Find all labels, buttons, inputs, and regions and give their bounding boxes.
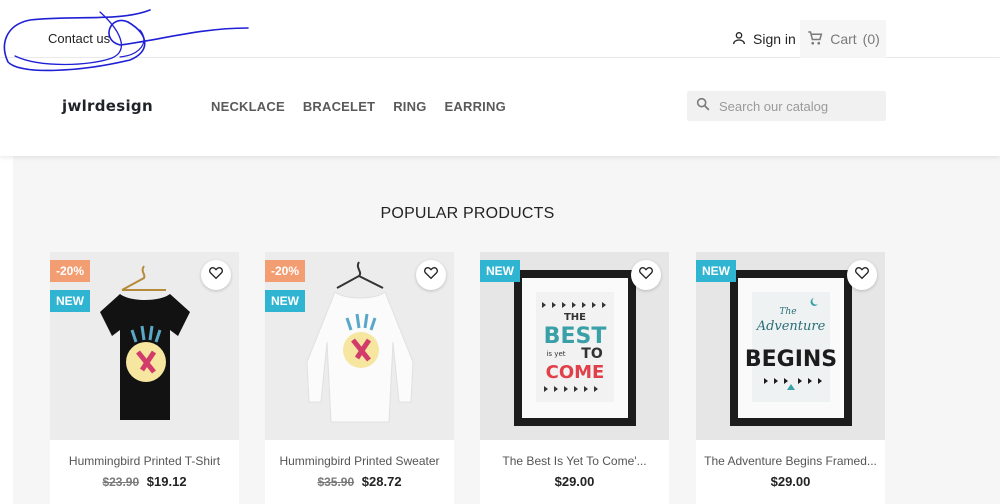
section-title: POPULAR PRODUCTS [380, 205, 555, 222]
new-badge: NEW [480, 260, 520, 282]
product-image[interactable]: -20% NEW [50, 252, 239, 440]
old-price: $35.90 [317, 475, 355, 489]
new-badge: NEW [696, 260, 736, 282]
product-card[interactable]: THE BEST is yet TO COME NEW The Best Is … [480, 252, 669, 504]
wishlist-button[interactable] [847, 260, 877, 290]
current-price: $19.12 [146, 474, 187, 489]
product-name[interactable]: Hummingbird Printed Sweater [265, 454, 454, 468]
old-price: $23.90 [102, 475, 140, 489]
price-row: $29.00 [696, 474, 885, 489]
product-name[interactable]: The Adventure Begins Framed... [696, 454, 885, 468]
wishlist-button[interactable] [631, 260, 661, 290]
current-price: $29.00 [554, 474, 595, 489]
discount-badge: -20% [265, 260, 306, 282]
product-card[interactable]: -20% NEW Hummingbird Printed T-Shirt $23… [50, 252, 239, 504]
product-card[interactable]: -20% NEW Hummingbird Printed Sweater $35… [265, 252, 454, 504]
cart-button[interactable]: Cart (0) [800, 20, 886, 58]
sign-in-label: Sign in [753, 31, 796, 47]
product-image[interactable]: The Adventure BEGINS NEW [696, 252, 885, 440]
nav-item-bracelet[interactable]: BRACELET [303, 99, 375, 114]
product-name[interactable]: The Best Is Yet To Come'... [480, 454, 669, 468]
current-price: $28.72 [361, 474, 402, 489]
cart-label: Cart [830, 31, 857, 47]
wishlist-button[interactable] [416, 260, 446, 290]
search-icon[interactable] [695, 96, 711, 117]
main-header: jwlrdesign NECKLACE BRACELET RING EARRIN… [0, 58, 1000, 156]
sign-in-link[interactable]: Sign in [731, 28, 796, 50]
poster-word-begins: BEGINS [745, 347, 837, 372]
heart-outline-icon [638, 265, 654, 286]
current-price: $29.00 [770, 474, 811, 489]
shopping-cart-icon [806, 29, 824, 50]
nav-item-ring[interactable]: RING [393, 99, 426, 114]
wishlist-button[interactable] [201, 260, 231, 290]
nav-item-earring[interactable]: EARRING [445, 99, 506, 114]
poster-word-adventure: Adventure [756, 319, 826, 334]
cart-count: (0) [862, 31, 880, 47]
product-image[interactable]: -20% NEW [265, 252, 454, 440]
heart-outline-icon [208, 265, 224, 286]
nav-item-necklace[interactable]: NECKLACE [211, 99, 285, 114]
price-row: $35.90 $28.72 [265, 474, 454, 489]
poster-word-the-2: The [779, 307, 796, 317]
poster-word-to: TO [581, 346, 603, 362]
search-input[interactable] [719, 98, 879, 114]
search-box [687, 91, 886, 121]
poster-word-come: COME [546, 362, 605, 383]
top-bar: Contact us Sign in Cart (0) [0, 0, 1000, 58]
product-name[interactable]: Hummingbird Printed T-Shirt [50, 454, 239, 468]
price-row: $23.90 $19.12 [50, 474, 239, 489]
heart-outline-icon [423, 265, 439, 286]
main-nav: NECKLACE BRACELET RING EARRING [211, 99, 506, 114]
poster-word-the: THE [564, 312, 586, 323]
poster-word-is-yet: is yet [546, 350, 565, 358]
new-badge: NEW [50, 290, 90, 312]
product-card[interactable]: The Adventure BEGINS NEW The Adventure B… [696, 252, 885, 504]
discount-badge: -20% [50, 260, 91, 282]
price-row: $29.00 [480, 474, 669, 489]
product-image[interactable]: THE BEST is yet TO COME NEW [480, 252, 669, 440]
new-badge: NEW [265, 290, 305, 312]
site-logo[interactable]: jwlrdesign [62, 97, 153, 115]
person-icon [731, 30, 747, 49]
contact-us-link[interactable]: Contact us [48, 31, 110, 46]
heart-outline-icon [854, 265, 870, 286]
